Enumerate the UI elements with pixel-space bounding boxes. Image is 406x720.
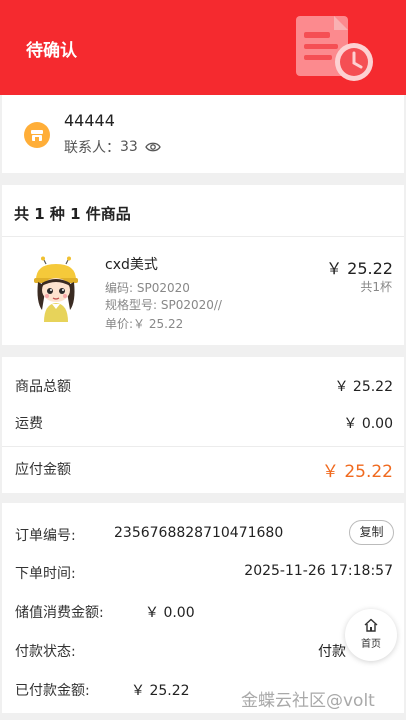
- payable-label: 应付金额: [15, 462, 71, 478]
- goods-total-label: 商品总额: [15, 379, 71, 395]
- contact-card: [2, 95, 404, 173]
- stored-value-label: 储值消费金额:: [15, 605, 104, 621]
- eye-icon[interactable]: [145, 141, 162, 153]
- payment-status-label: 付款状态:: [15, 644, 76, 660]
- goods-summary: 共 1 种 1 件商品: [14, 205, 131, 223]
- divider: [2, 446, 404, 447]
- home-label: 首页: [361, 639, 381, 650]
- product-image[interactable]: [26, 256, 86, 324]
- shipping-label: 运费: [15, 416, 43, 432]
- divider: [2, 236, 404, 237]
- stored-value-value: ￥ 0.00: [145, 605, 195, 621]
- goods-code: 编码: SP02020: [105, 281, 190, 295]
- order-number-value: 2356768828710471680: [114, 525, 284, 541]
- watermark: 金蝶云社区@volt: [241, 691, 375, 711]
- payment-status-value: 付款: [318, 644, 346, 660]
- shop-name: 44444: [64, 111, 115, 130]
- goods-name[interactable]: cxd美式: [105, 254, 158, 274]
- copy-button[interactable]: 复制: [349, 520, 394, 545]
- store-icon: [24, 122, 50, 148]
- contact-person: 联系人：33: [64, 137, 162, 157]
- paid-amount-label: 已付款金额:: [15, 683, 90, 699]
- home-button[interactable]: 首页: [345, 609, 397, 661]
- goods-unit-price: 单价:￥ 25.22: [105, 317, 184, 331]
- paid-amount-value: ￥ 25.22: [131, 683, 190, 699]
- payable-value: ￥ 25.22: [321, 462, 393, 482]
- goods-spec: 规格型号: SP02020//: [105, 298, 222, 312]
- contact-value: 33: [120, 139, 138, 155]
- order-time-value: 2025-11-26 17:18:57: [244, 563, 393, 579]
- order-number-label: 订单编号:: [15, 528, 76, 544]
- shipping-value: ￥ 0.00: [343, 416, 393, 432]
- order-status-header: 待确认: [0, 0, 406, 95]
- order-status-title: 待确认: [26, 41, 77, 61]
- order-time-label: 下单时间:: [15, 566, 76, 582]
- document-clock-icon: [296, 16, 373, 81]
- home-icon: [364, 618, 378, 632]
- contact-label: 联系人：: [64, 140, 120, 156]
- goods-price: ￥ 25.22: [326, 259, 393, 278]
- goods-total-value: ￥ 25.22: [334, 379, 393, 395]
- goods-quantity: 共1杯: [360, 280, 392, 294]
